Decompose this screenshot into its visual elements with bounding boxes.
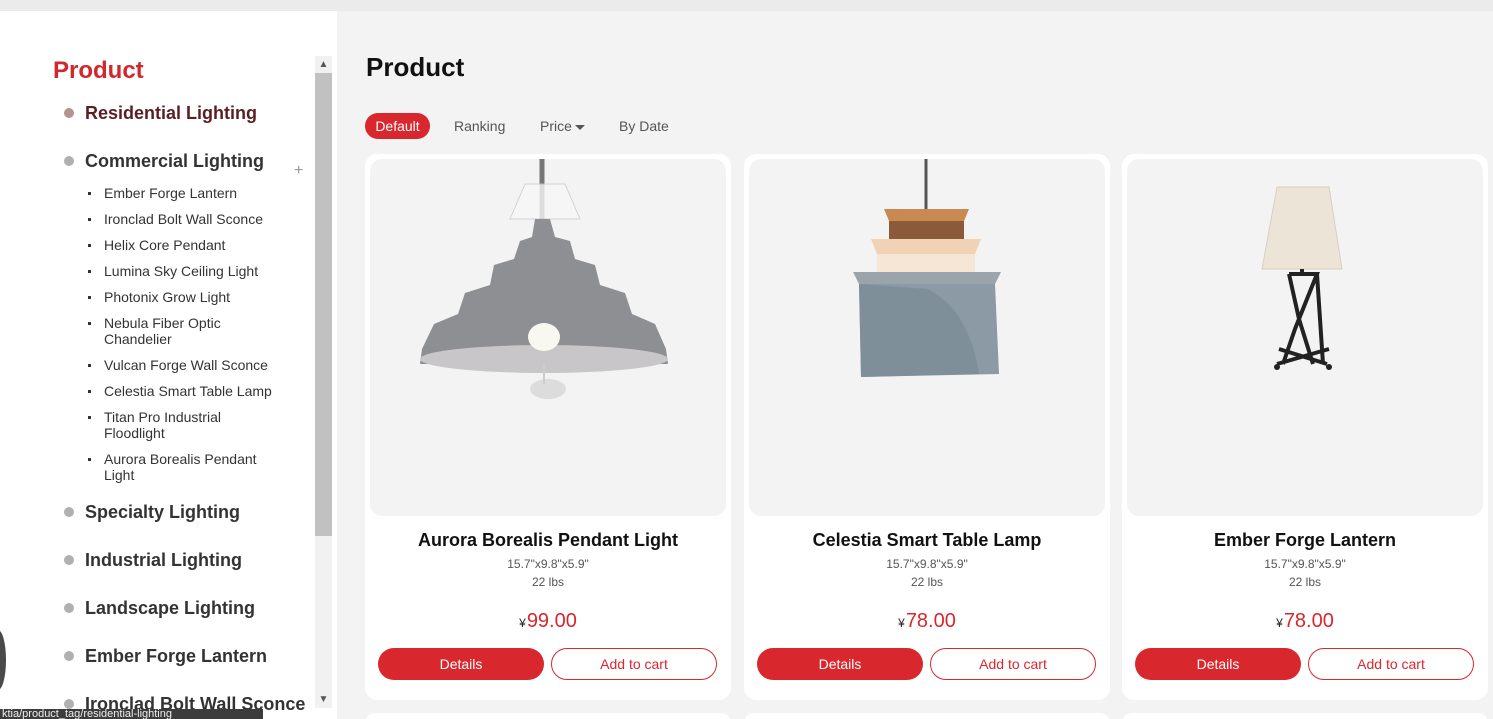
- product-price: ¥78.00: [1122, 610, 1488, 633]
- sidebar-subitem-label: Vulcan Forge Wall Sconce: [104, 357, 268, 373]
- bullet-icon: [88, 458, 91, 461]
- product-price: ¥99.00: [365, 610, 731, 633]
- product-price: ¥78.00: [744, 610, 1110, 633]
- product-card[interactable]: Celestia Smart Table Lamp 15.7"x9.8"x5.9…: [744, 154, 1110, 700]
- sidebar-item-label: Ember Forge Lantern: [85, 646, 268, 666]
- product-card-next: [365, 713, 731, 719]
- sidebar-title: Product: [53, 57, 144, 84]
- bullet-icon: [88, 218, 91, 221]
- product-card-next: [744, 713, 1110, 719]
- details-button[interactable]: Details: [1135, 648, 1301, 680]
- sidebar-subitem-label: Aurora Borealis Pendant Light: [104, 451, 257, 483]
- table-lamp-icon: [1261, 186, 1343, 370]
- status-bar-url: ktia/product_tag/residential-lighting: [0, 709, 263, 719]
- chevron-down-icon[interactable]: ▼: [315, 691, 332, 708]
- product-image[interactable]: [749, 159, 1105, 516]
- bullet-icon: [88, 322, 91, 325]
- product-name[interactable]: Celestia Smart Table Lamp: [744, 530, 1110, 551]
- details-button[interactable]: Details: [757, 648, 923, 680]
- product-card[interactable]: Aurora Borealis Pendant Light 15.7"x9.8"…: [365, 154, 731, 700]
- drum-pendant-icon: [853, 159, 1001, 377]
- sidebar-item-label: Specialty Lighting: [85, 502, 241, 522]
- chevron-up-icon[interactable]: ▲: [315, 56, 332, 73]
- top-bar: [0, 0, 1493, 11]
- sidebar-item-label: Industrial Lighting: [85, 550, 242, 570]
- bullet-icon: [64, 651, 74, 661]
- product-dimensions: 15.7"x9.8"x5.9": [886, 557, 968, 571]
- bullet-icon: [64, 603, 74, 613]
- bullet-icon: [88, 296, 91, 299]
- bullet-icon: [64, 699, 74, 709]
- sidebar-subitem-label: Lumina Sky Ceiling Light: [104, 263, 259, 279]
- bullet-icon: [88, 244, 91, 247]
- product-name[interactable]: Aurora Borealis Pendant Light: [365, 530, 731, 551]
- bullet-icon: [64, 507, 74, 517]
- sort-price-button[interactable]: Price: [540, 113, 585, 139]
- sidebar-item-label: Residential Lighting: [85, 103, 258, 123]
- product-dimensions: 15.7"x9.8"x5.9": [507, 557, 589, 571]
- product-image[interactable]: [1127, 159, 1483, 516]
- price-value: 78.00: [1283, 610, 1334, 632]
- sort-price-label: Price: [540, 118, 572, 134]
- price-value: 78.00: [905, 610, 956, 632]
- sidebar-item-label: Commercial Lighting: [85, 151, 265, 171]
- add-to-cart-button[interactable]: Add to cart: [551, 648, 717, 680]
- bullet-icon: [88, 270, 91, 273]
- scrollbar-thumb[interactable]: [315, 73, 332, 536]
- pendant-light-icon: [420, 159, 668, 399]
- currency-symbol: ¥: [519, 616, 526, 630]
- sidebar-subitem-label: Ironclad Bolt Wall Sconce: [104, 211, 263, 227]
- product-weight: 22 lbs: [531, 575, 565, 589]
- product-dimensions: 15.7"x9.8"x5.9": [1264, 557, 1346, 571]
- sort-date-button[interactable]: By Date: [619, 113, 669, 139]
- sort-default-button[interactable]: Default: [365, 113, 430, 139]
- bullet-icon: [88, 364, 91, 367]
- caret-down-icon: [574, 124, 585, 130]
- sidebar-subitem-label: Titan Pro Industrial Floodlight: [104, 409, 221, 441]
- bullet-icon: [64, 108, 74, 118]
- sidebar-scrollbar[interactable]: ▲ ▼: [315, 56, 332, 708]
- sidebar-subitem-label: Ember Forge Lantern: [104, 185, 238, 201]
- add-to-cart-button[interactable]: Add to cart: [930, 648, 1096, 680]
- add-to-cart-button[interactable]: Add to cart: [1308, 648, 1474, 680]
- sidebar-subitem-label: Photonix Grow Light: [104, 289, 231, 305]
- bullet-icon: [88, 390, 91, 393]
- product-name[interactable]: Ember Forge Lantern: [1122, 530, 1488, 551]
- bullet-icon: [88, 192, 91, 195]
- bullet-icon: [64, 555, 74, 565]
- sidebar-subitem-label: Nebula Fiber Optic Chandelier: [104, 315, 221, 347]
- product-weight: 22 lbs: [1288, 575, 1322, 589]
- details-button[interactable]: Details: [378, 648, 544, 680]
- product-card-next: [1122, 713, 1488, 719]
- sidebar-item-label: Landscape Lighting: [85, 598, 256, 618]
- expand-icon[interactable]: +: [294, 162, 303, 180]
- currency-symbol: ¥: [1276, 616, 1283, 630]
- sidebar-subitem-label: Celestia Smart Table Lamp: [104, 383, 272, 399]
- currency-symbol: ¥: [898, 616, 905, 630]
- bullet-icon: [88, 416, 91, 419]
- sidebar-subitem-label: Helix Core Pendant: [104, 237, 226, 253]
- product-image[interactable]: [370, 159, 726, 516]
- product-weight: 22 lbs: [910, 575, 944, 589]
- product-card[interactable]: Ember Forge Lantern 15.7"x9.8"x5.9" 22 l…: [1122, 154, 1488, 700]
- sidebar: Product Residential Lighting Commercial …: [0, 11, 337, 719]
- price-value: 99.00: [526, 610, 577, 632]
- sort-ranking-button[interactable]: Ranking: [454, 113, 505, 139]
- page-title: Product: [366, 52, 465, 82]
- bullet-icon: [64, 156, 74, 166]
